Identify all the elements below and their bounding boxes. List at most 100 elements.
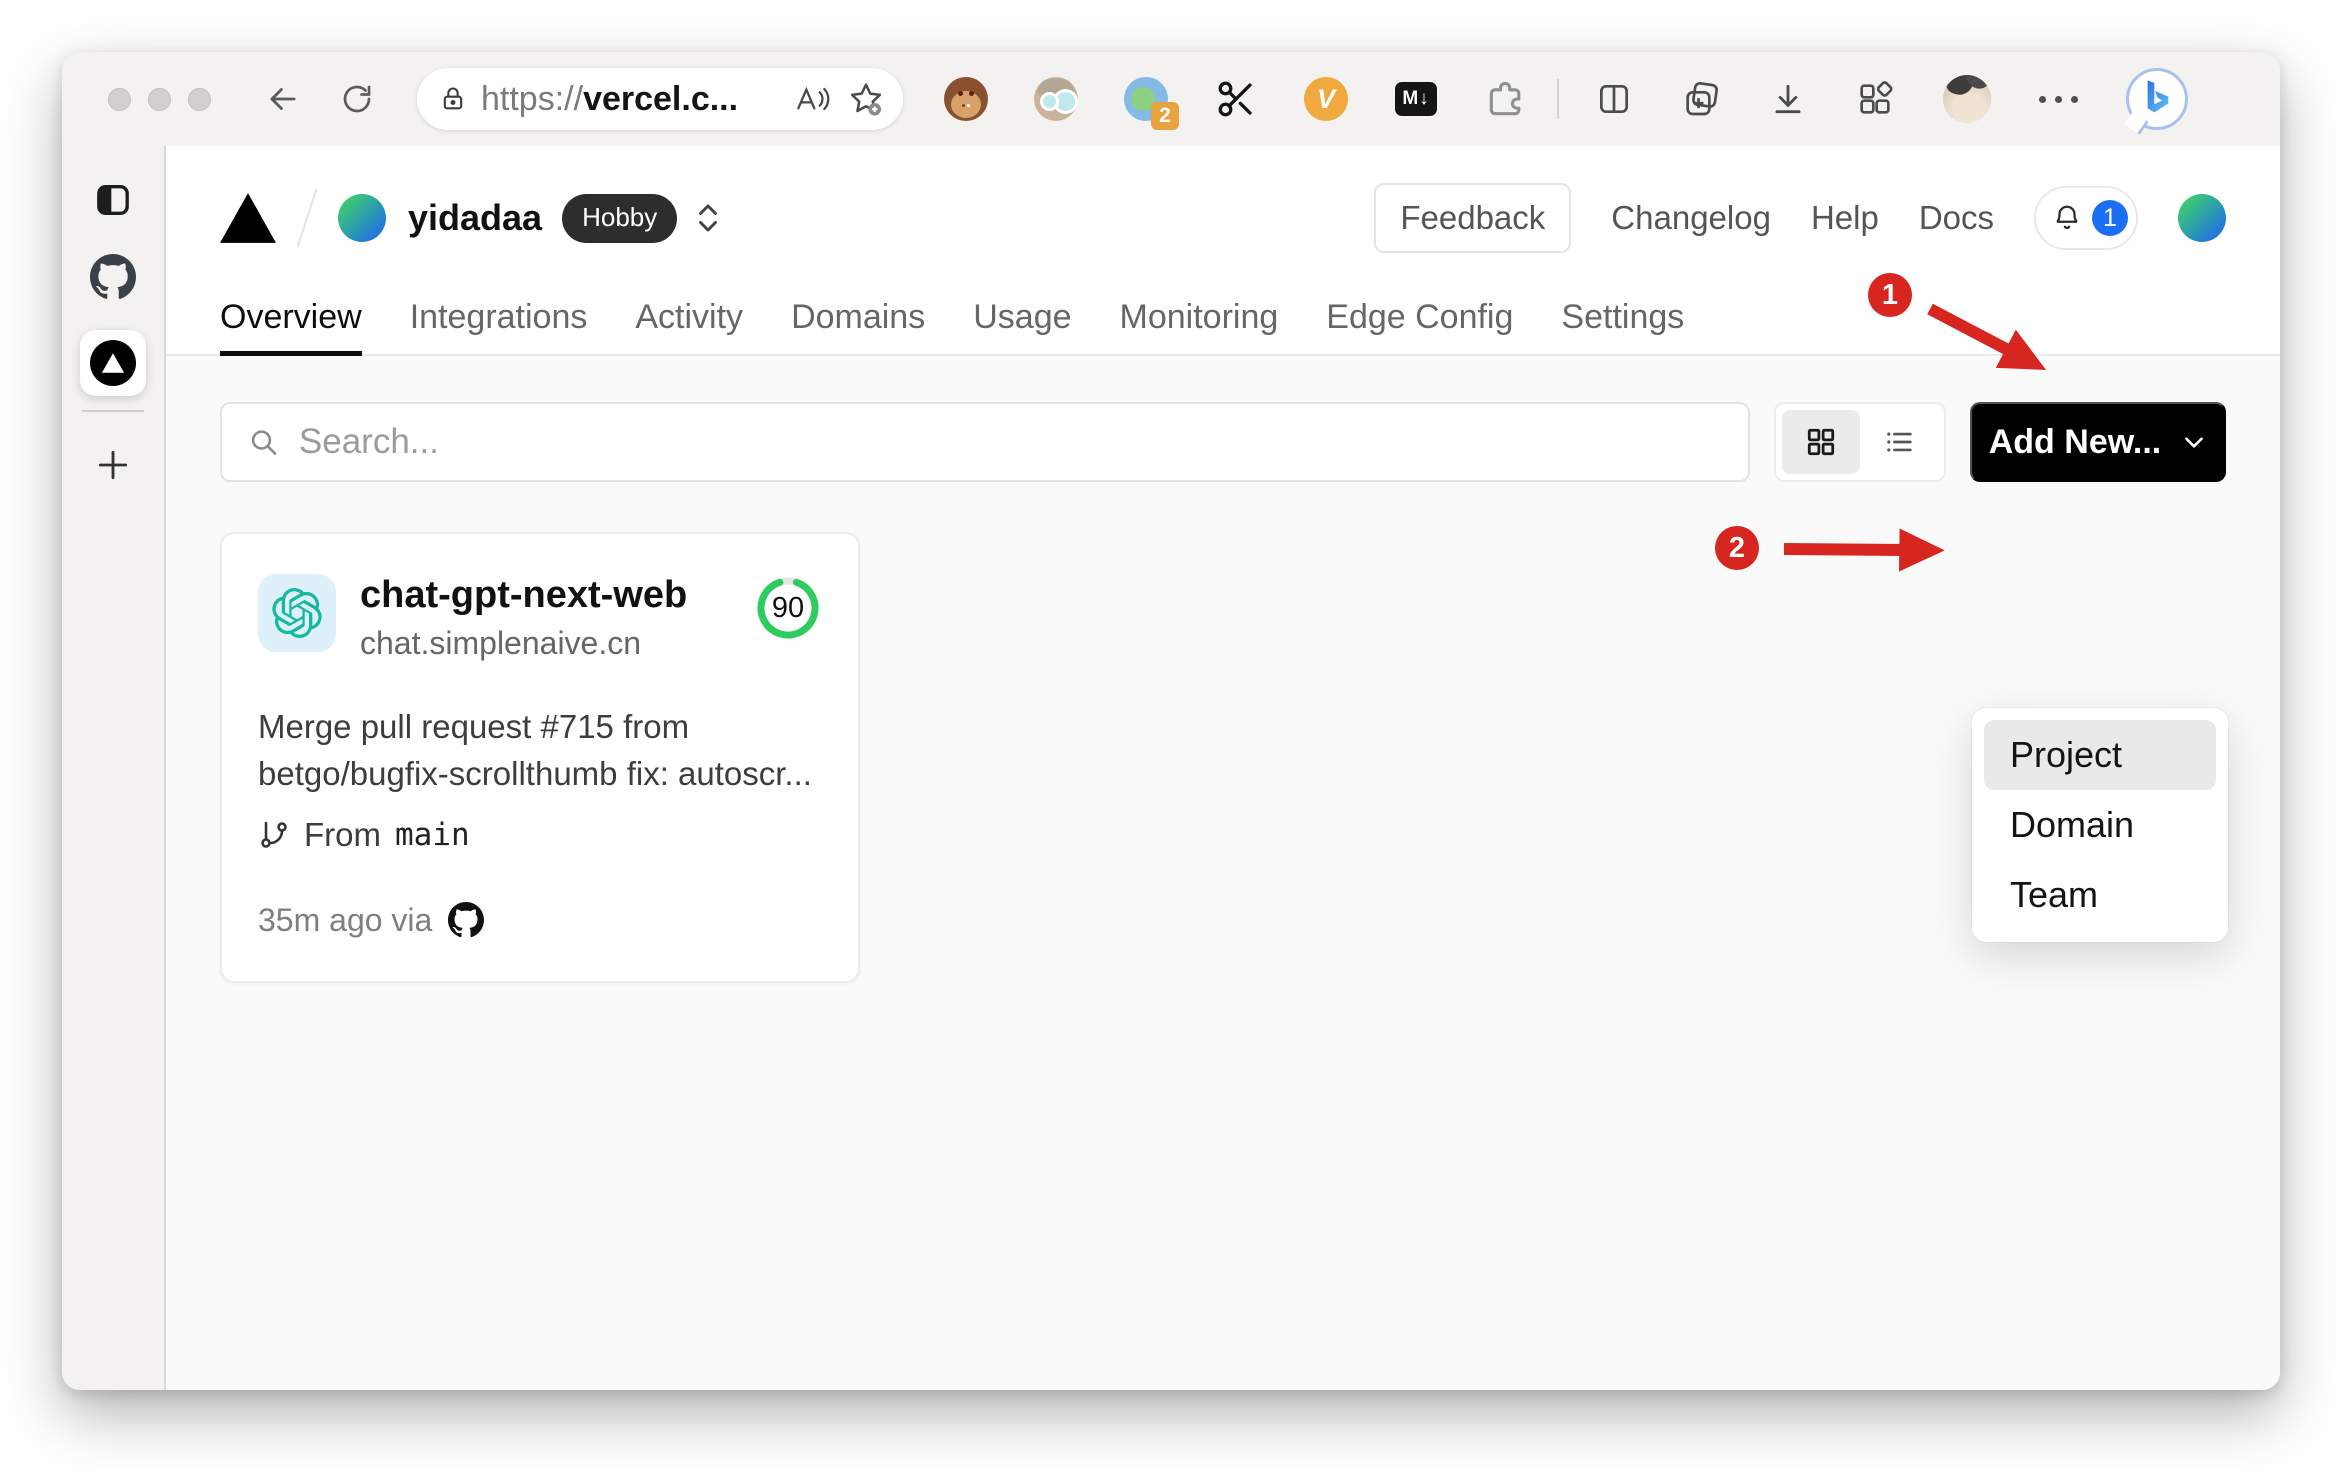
tab-overview[interactable]: Overview: [220, 280, 362, 356]
team-avatar[interactable]: [338, 194, 386, 242]
add-new-button[interactable]: Add New...: [1970, 402, 2226, 482]
plan-badge: Hobby: [562, 193, 678, 243]
vercel-triangle-icon: [101, 353, 125, 373]
branch-label: From: [304, 815, 381, 853]
refresh-button[interactable]: [337, 79, 377, 119]
search-input[interactable]: [298, 422, 1722, 462]
list-view-button[interactable]: [1860, 410, 1938, 474]
team-switcher-chevrons[interactable]: [695, 200, 721, 236]
back-button[interactable]: [263, 79, 303, 119]
breadcrumb-slash: [296, 188, 318, 248]
view-toggle: [1774, 402, 1946, 482]
score-ring: 90: [754, 574, 822, 642]
annotation-step-1-badge: 1: [1868, 273, 1912, 317]
close-window-button[interactable]: [108, 87, 131, 111]
tab-settings[interactable]: Settings: [1561, 280, 1684, 354]
deploy-time: 35m ago via: [258, 901, 433, 938]
tab-separator: [82, 410, 144, 412]
tab-panel-button[interactable]: [93, 180, 133, 220]
up-down-chevrons-icon: [699, 204, 718, 232]
tab-integrations[interactable]: Integrations: [410, 280, 588, 354]
score-value: 90: [771, 591, 805, 624]
refresh-icon: [343, 85, 371, 113]
toolbar-divider: [1557, 79, 1559, 119]
git-branch-icon: [261, 821, 287, 848]
profile-avatar[interactable]: [1943, 75, 1991, 123]
video-extension-icon[interactable]: V: [1303, 76, 1349, 122]
url-text: https://vercel.c...: [481, 80, 779, 119]
project-domain[interactable]: chat.simplenaive.cn: [360, 625, 754, 662]
downloads-button[interactable]: [1769, 80, 1807, 118]
branch-name: main: [395, 816, 470, 853]
project-name: chat-gpt-next-web: [360, 574, 688, 616]
url-scheme: https://: [481, 79, 584, 118]
project-card[interactable]: chat-gpt-next-web chat.simplenaive.cn 90…: [220, 532, 860, 983]
markdown-extension-icon[interactable]: M↓: [1393, 76, 1439, 122]
bing-chat-button[interactable]: [2126, 68, 2188, 130]
menu-item-project[interactable]: Project: [1984, 720, 2216, 790]
list-view-icon: [1887, 432, 1912, 452]
sidebar-panel-icon: [97, 185, 129, 215]
vertical-tabs-sidebar: [62, 146, 166, 1390]
menu-item-domain[interactable]: Domain: [1984, 790, 2216, 860]
tab-edge-config[interactable]: Edge Config: [1326, 280, 1513, 354]
recorder-extension-icon[interactable]: 2: [1123, 76, 1179, 130]
toolbar-right-icons: [1595, 68, 2188, 130]
monkey-extension-icon[interactable]: [943, 76, 989, 122]
vercel-favicon: [90, 340, 136, 386]
url-host: vercel.c...: [583, 79, 739, 118]
browser-window: https://vercel.c... 2 V M↓ yidadaa Hobby…: [62, 52, 2280, 1390]
tab-domains[interactable]: Domains: [791, 280, 925, 354]
github-icon: [90, 254, 136, 299]
new-tab-button[interactable]: [94, 446, 132, 484]
github-source-icon: [448, 902, 485, 938]
openai-logo-icon: [272, 588, 322, 638]
grid-view-button[interactable]: [1782, 410, 1860, 474]
grid-view-icon: [1807, 428, 1835, 456]
read-aloud-icon[interactable]: [793, 81, 833, 117]
tab-usage[interactable]: Usage: [973, 280, 1071, 354]
avatar-extension-icon[interactable]: [1033, 76, 1079, 122]
team-name: yidadaa: [408, 197, 543, 238]
help-link[interactable]: Help: [1811, 199, 1879, 237]
split-screen-button[interactable]: [1595, 80, 1633, 118]
browser-toolbar: https://vercel.c... 2 V M↓: [62, 52, 2280, 146]
scissors-extension-icon[interactable]: [1213, 76, 1259, 122]
project-icon: [258, 574, 336, 652]
extensions-puzzle-icon[interactable]: [1483, 76, 1529, 122]
notifications-button[interactable]: 1: [2034, 186, 2138, 250]
annotation-step-2-badge: 2: [1715, 526, 1759, 570]
add-new-dropdown: Project Domain Team: [1972, 708, 2228, 942]
vercel-content: Add New... chat-gpt-next-web chat.simple…: [166, 356, 2280, 1390]
minimize-window-button[interactable]: [148, 87, 171, 111]
zoom-window-button[interactable]: [188, 87, 211, 111]
changelog-link[interactable]: Changelog: [1611, 199, 1771, 237]
bing-icon: [2147, 80, 2169, 113]
puzzle-glyph: [1489, 81, 1521, 116]
add-new-label: Add New...: [1988, 422, 2162, 461]
vercel-page: yidadaa Hobby Feedback Changelog Help Do…: [166, 146, 2280, 1390]
collections-button[interactable]: [1681, 79, 1721, 119]
lock-icon: [443, 87, 463, 110]
extension-icons: 2 V M↓: [943, 76, 1529, 130]
bell-icon: [2056, 205, 2078, 230]
commit-message: Merge pull request #715 from betgo/bugfi…: [258, 708, 812, 792]
menu-item-team[interactable]: Team: [1984, 860, 2216, 930]
feedback-button[interactable]: Feedback: [1374, 183, 1572, 253]
vercel-tab-active[interactable]: [80, 330, 146, 396]
github-tab-button[interactable]: [90, 254, 136, 300]
more-menu-button[interactable]: [2039, 95, 2078, 103]
apps-button[interactable]: [1855, 79, 1895, 119]
user-avatar[interactable]: [2178, 194, 2226, 242]
address-bar[interactable]: https://vercel.c...: [417, 68, 903, 130]
markdown-extension-label: M↓: [1395, 82, 1437, 116]
favorite-star-icon[interactable]: [847, 80, 885, 118]
vercel-logo[interactable]: [220, 193, 276, 243]
docs-link[interactable]: Docs: [1919, 199, 1994, 237]
chevron-down-icon: [2185, 437, 2204, 448]
tab-activity[interactable]: Activity: [635, 280, 743, 354]
scissors-glyph: [1218, 81, 1252, 117]
monkey-art: [944, 77, 988, 121]
vercel-header: yidadaa Hobby Feedback Changelog Help Do…: [166, 146, 2280, 356]
tab-monitoring[interactable]: Monitoring: [1120, 280, 1279, 354]
